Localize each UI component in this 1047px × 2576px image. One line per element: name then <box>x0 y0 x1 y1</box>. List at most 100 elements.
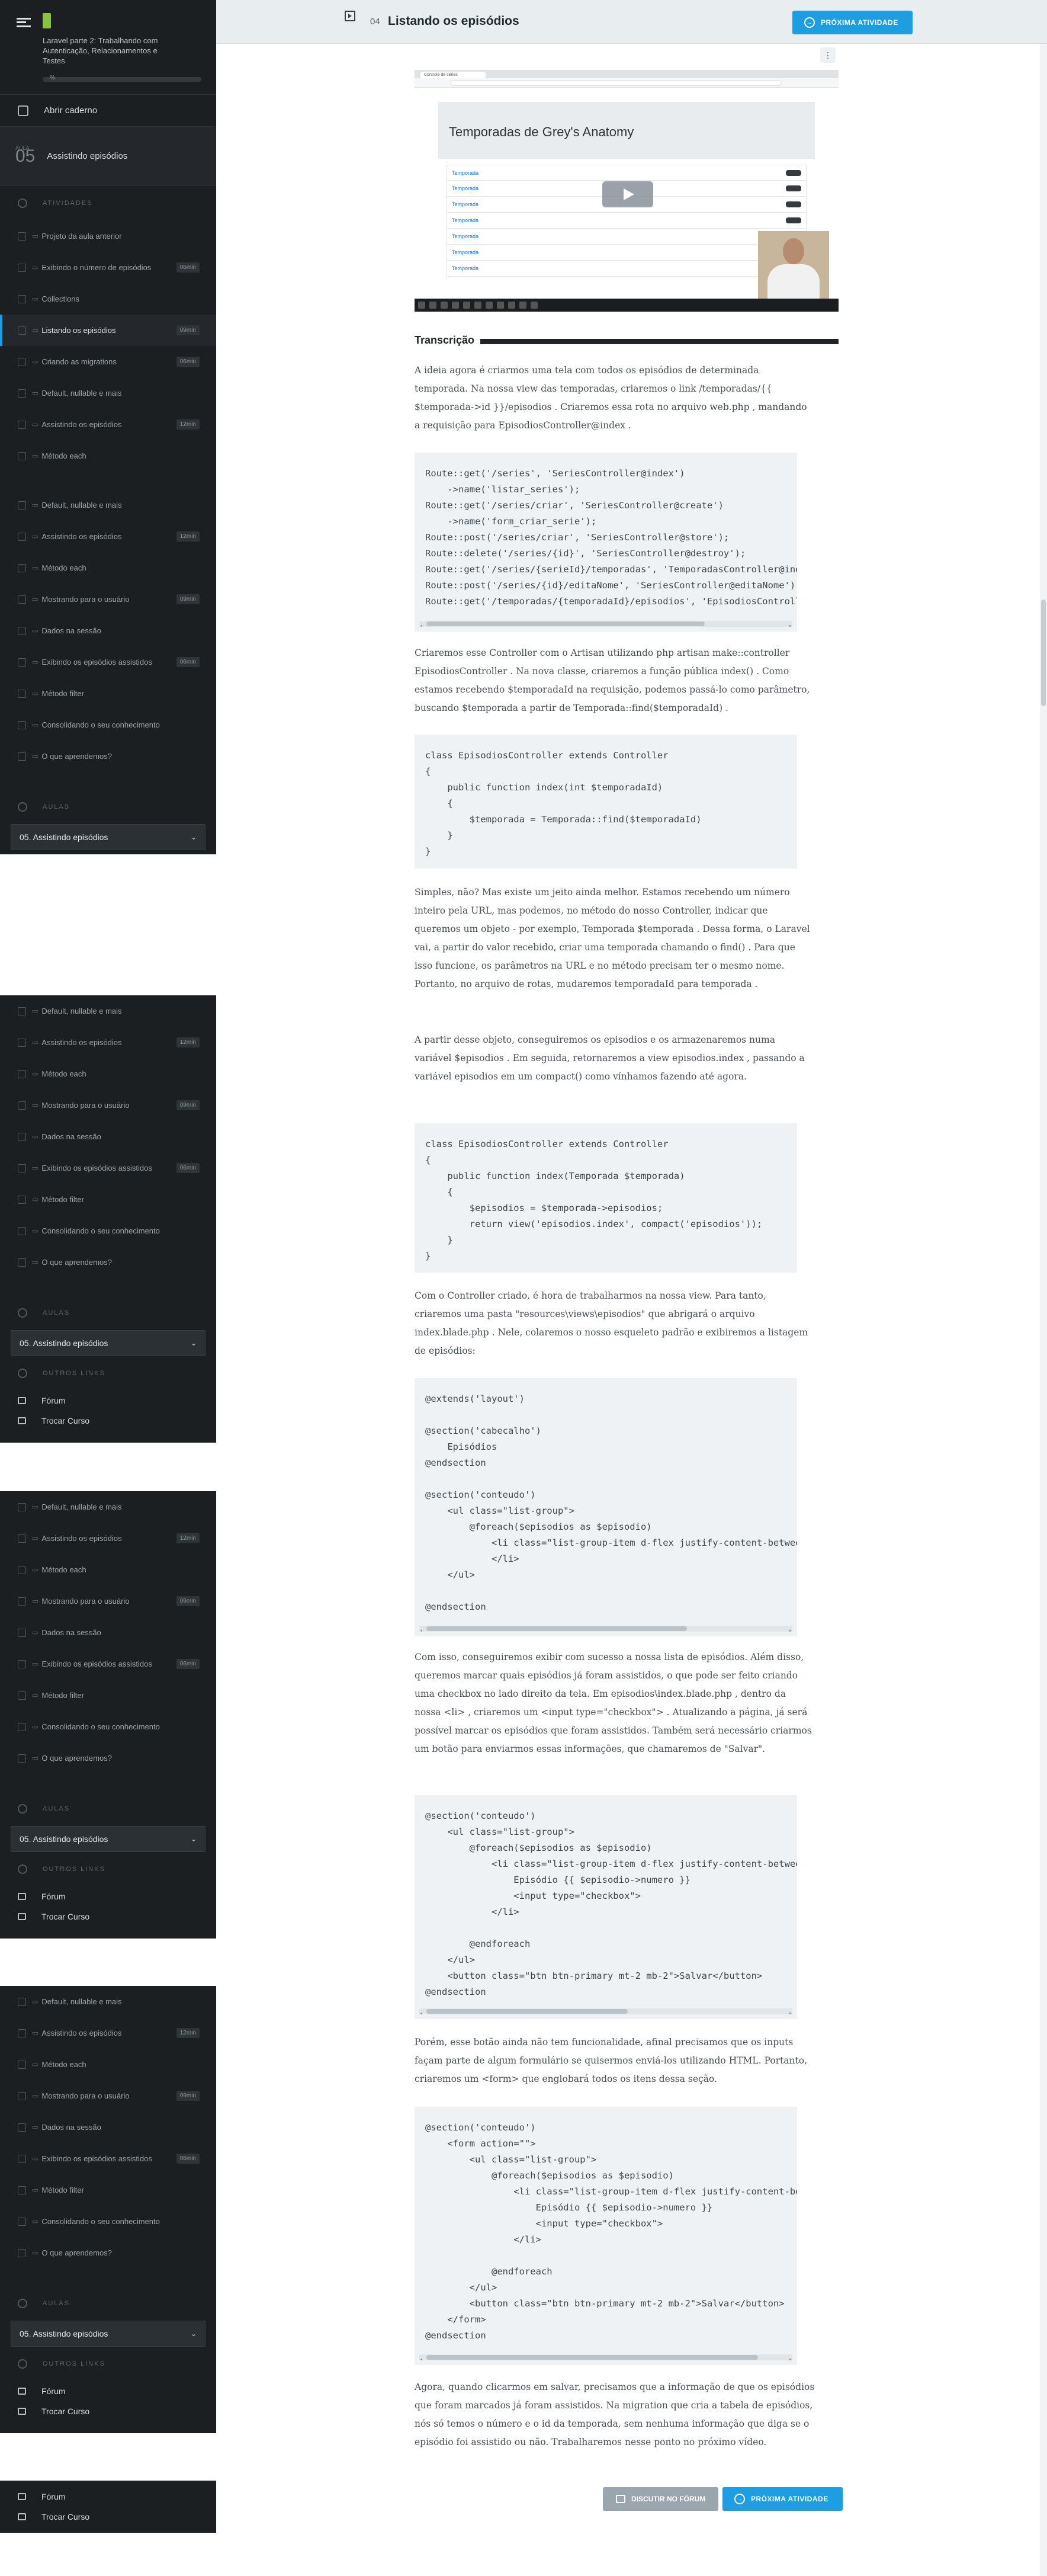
checkbox-icon[interactable] <box>18 1502 26 1511</box>
checkbox-icon[interactable] <box>18 2186 26 2194</box>
activity-item[interactable]: ▭ Dados na sessão <box>0 615 216 646</box>
code-scrollbar[interactable] <box>419 1623 792 1636</box>
class-select[interactable]: 05. Assistindo episódios ⌄ <box>11 824 205 850</box>
menu-icon[interactable] <box>17 18 31 27</box>
checkbox-icon[interactable] <box>18 1659 26 1668</box>
activity-item[interactable]: ▭ Default, nullable e mais <box>0 1491 216 1523</box>
activity-item[interactable]: ▭ Consolidando o seu conhecimento <box>0 2206 216 2237</box>
activity-item[interactable]: ▭ Dados na sessão <box>0 2112 216 2143</box>
open-notebook-button[interactable]: Abrir caderno <box>0 95 216 127</box>
activity-item[interactable]: ▭ Exibindo os episódios assistidos 06min <box>0 2143 216 2174</box>
activity-item[interactable]: ▭ Collections <box>0 283 216 315</box>
activity-item[interactable]: ▭ Método filter <box>0 678 216 709</box>
checkbox-icon[interactable] <box>18 1226 26 1235</box>
activity-item[interactable]: ▭ Exibindo os episódios assistidos 06min <box>0 1648 216 1680</box>
checkbox-icon[interactable] <box>18 563 26 572</box>
activity-item[interactable]: ▭ Método filter <box>0 1184 216 1215</box>
activity-item[interactable]: ▭ Assistindo os episódios 12min <box>0 1523 216 1554</box>
activity-item[interactable]: ▭ O que aprendemos? <box>0 741 216 772</box>
page-scrollbar[interactable] <box>1040 44 1047 2576</box>
next-activity-button-bottom[interactable]: → PRÓXIMA ATIVIDADE <box>722 2487 843 2511</box>
scrollbar-thumb[interactable] <box>1041 600 1046 706</box>
activity-item[interactable]: ▭ Listando os episódios 09min <box>0 315 216 346</box>
checkbox-icon[interactable] <box>18 2029 26 2037</box>
checkbox-icon[interactable] <box>18 658 26 667</box>
checkbox-icon[interactable] <box>18 420 26 429</box>
checkbox-icon[interactable] <box>18 1534 26 1543</box>
activity-item[interactable]: ▭ Exibindo os episódios assistidos 06min <box>0 646 216 678</box>
checkbox-icon[interactable] <box>18 2154 26 2163</box>
checkbox-icon[interactable] <box>18 1628 26 1637</box>
activity-item[interactable]: ▭ Método each <box>0 1554 216 1585</box>
checkbox-icon[interactable] <box>18 501 26 510</box>
change-course-link[interactable]: Trocar Curso <box>0 2401 216 2421</box>
checkbox-icon[interactable] <box>18 232 26 241</box>
checkbox-icon[interactable] <box>18 389 26 398</box>
forum-link[interactable]: Fórum <box>0 2487 216 2507</box>
activity-item[interactable]: ▭ Mostrando para o usuário 09min <box>0 584 216 615</box>
activity-item[interactable]: ▭ Exibindo o número de episódios 06min <box>0 252 216 283</box>
activity-item[interactable]: ▭ Projeto da aula anterior <box>0 220 216 252</box>
change-course-link[interactable]: Trocar Curso <box>0 2507 216 2527</box>
checkbox-icon[interactable] <box>18 1722 26 1731</box>
activity-item[interactable]: ▭ Consolidando o seu conhecimento <box>0 1711 216 1742</box>
checkbox-icon[interactable] <box>18 326 26 335</box>
checkbox-icon[interactable] <box>18 595 26 604</box>
activity-item[interactable]: ▭ Método each <box>0 440 216 472</box>
forum-link[interactable]: Fórum <box>0 1886 216 1907</box>
activity-item[interactable]: ▭ Assistindo os episódios 12min <box>0 1027 216 1058</box>
checkbox-icon[interactable] <box>18 1997 26 2006</box>
activity-item[interactable]: ▭ Assistindo os episódios 12min <box>0 409 216 440</box>
activity-item[interactable]: ▭ Dados na sessão <box>0 1121 216 1152</box>
activity-item[interactable]: ▭ Método filter <box>0 2174 216 2206</box>
activity-item[interactable]: ▭ Método filter <box>0 1680 216 1711</box>
checkbox-icon[interactable] <box>18 294 26 303</box>
activity-item[interactable]: ▭ Default, nullable e mais <box>0 489 216 521</box>
activity-item[interactable]: ▭ Mostrando para o usuário 09min <box>0 2080 216 2112</box>
more-options-icon[interactable]: ⋮ <box>820 47 836 63</box>
checkbox-icon[interactable] <box>18 1565 26 1574</box>
activity-item[interactable]: ▭ Assistindo os episódios 12min <box>0 2017 216 2049</box>
activity-item[interactable]: ▭ Método each <box>0 552 216 584</box>
checkbox-icon[interactable] <box>18 1007 26 1015</box>
checkbox-icon[interactable] <box>18 1069 26 1078</box>
checkbox-icon[interactable] <box>18 1691 26 1700</box>
checkbox-icon[interactable] <box>18 1195 26 1204</box>
change-course-link[interactable]: Trocar Curso <box>0 1411 216 1431</box>
discuss-forum-button[interactable]: DISCUTIR NO FÓRUM <box>603 2487 719 2511</box>
checkbox-icon[interactable] <box>18 626 26 635</box>
class-select[interactable]: 05. Assistindo episódios ⌄ <box>11 2321 205 2347</box>
code-scrollbar[interactable] <box>419 618 792 632</box>
checkbox-icon[interactable] <box>18 1754 26 1763</box>
checkbox-icon[interactable] <box>18 2123 26 2132</box>
forum-link[interactable]: Fórum <box>0 1390 216 1411</box>
play-icon[interactable] <box>602 181 653 207</box>
checkbox-icon[interactable] <box>18 1101 26 1110</box>
activity-item[interactable]: ▭ Consolidando o seu conhecimento <box>0 709 216 741</box>
checkbox-icon[interactable] <box>18 1132 26 1141</box>
checkbox-icon[interactable] <box>18 2060 26 2069</box>
activity-item[interactable]: ▭ Assistindo os episódios 12min <box>0 521 216 552</box>
checkbox-icon[interactable] <box>18 451 26 460</box>
checkbox-icon[interactable] <box>18 1258 26 1267</box>
checkbox-icon[interactable] <box>18 2217 26 2226</box>
forum-link[interactable]: Fórum <box>0 2381 216 2401</box>
activity-item[interactable]: ▭ Default, nullable e mais <box>0 377 216 409</box>
checkbox-icon[interactable] <box>18 1164 26 1172</box>
activity-item[interactable]: ▭ O que aprendemos? <box>0 1742 216 1774</box>
class-select[interactable]: 05. Assistindo episódios ⌄ <box>11 1330 205 1356</box>
checkbox-icon[interactable] <box>18 689 26 698</box>
checkbox-icon[interactable] <box>18 1038 26 1047</box>
activity-item[interactable]: ▭ Método each <box>0 1058 216 1090</box>
activity-item[interactable]: ▭ O que aprendemos? <box>0 1247 216 1278</box>
activity-item[interactable]: ▭ Criando as migrations 06min <box>0 346 216 377</box>
activity-item[interactable]: ▭ Dados na sessão <box>0 1617 216 1648</box>
activity-item[interactable]: ▭ Mostrando para o usuário 09min <box>0 1090 216 1121</box>
checkbox-icon[interactable] <box>18 1597 26 1606</box>
checkbox-icon[interactable] <box>18 532 26 541</box>
activity-item[interactable]: ▭ Mostrando para o usuário 09min <box>0 1585 216 1617</box>
class-select[interactable]: 05. Assistindo episódios ⌄ <box>11 1826 205 1852</box>
code-scrollbar[interactable] <box>419 2351 792 2365</box>
sidebar-toggle-icon[interactable] <box>345 11 355 21</box>
change-course-link[interactable]: Trocar Curso <box>0 1907 216 1927</box>
